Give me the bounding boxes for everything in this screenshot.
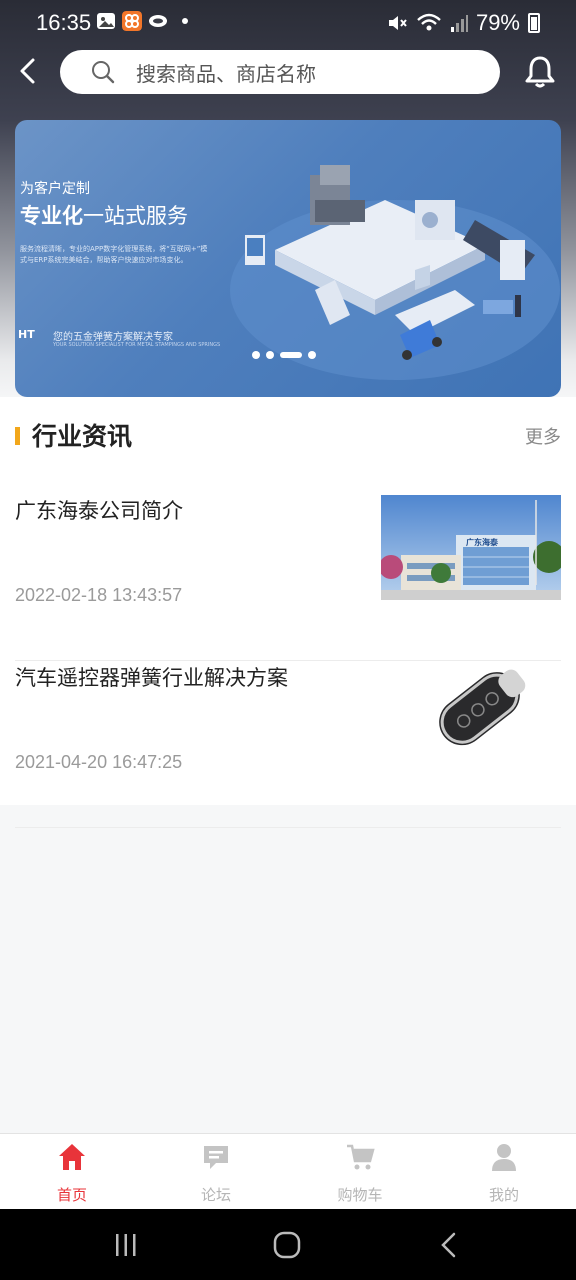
carousel-dot-active[interactable] [280,352,302,358]
gallery-icon [97,13,115,29]
recent-apps-icon[interactable] [112,1231,140,1259]
banner-headline: 专业化一站式服务 [20,200,188,230]
system-indicators: 79% [386,10,540,36]
banner-headline-bold: 专业化 [20,204,83,228]
back-arrow-icon[interactable] [14,56,44,86]
top-nav-bar: 搜索商品、商店名称 [0,46,576,102]
search-placeholder: 搜索商品、商店名称 [136,61,316,86]
home-button-icon[interactable] [272,1231,302,1259]
carousel-indicator [252,351,316,359]
news-date: 2022-02-18 13:43:57 [15,585,183,605]
banner-body: 服务流程清晰，专业的APP数字化管理系统，将“互联网+”模式与ERP系统完美结合… [20,245,208,264]
carousel-dot[interactable] [266,351,274,359]
banner-tagline: 为客户定制 [20,181,90,197]
news-title: 广东海泰公司简介 [15,499,183,523]
tab-cart[interactable]: 购物车 [288,1134,432,1210]
tab-label: 我的 [488,1186,519,1204]
tab-forum[interactable]: 论坛 [144,1134,288,1210]
system-navigation-bar [0,1209,576,1280]
company-building-thumbnail: 广东海泰 [381,495,561,600]
more-notifications-dot [182,18,188,24]
news-item[interactable]: 汽车遥控器弹簧行业解决方案 2021-04-20 16:47:25 [15,662,561,828]
signal-icon [450,15,468,32]
app-screen: 16:35 79% 搜索商品、商店名称 为客户定制 专业化一站式服务 服务流程清… [0,0,576,1280]
tab-label: 购物车 [337,1186,383,1204]
notification-icons [96,11,188,31]
news-title: 汽车遥控器弹簧行业解决方案 [15,666,288,690]
tab-home[interactable]: 首页 [0,1134,144,1210]
battery-icon [528,13,540,33]
carousel-dot[interactable] [252,351,260,359]
banner-headline-rest: 一站式服务 [83,204,188,228]
news-date: 2021-04-20 16:47:25 [15,752,183,772]
battery-percent: 79% [475,10,520,35]
section-title: 行业资讯 [32,422,133,451]
more-link[interactable]: 更多 [525,423,561,449]
news-item[interactable]: 广东海泰公司简介 2022-02-18 13:43:57 广东海泰 [15,495,561,661]
building-sign: 广东海泰 [466,537,499,547]
bottom-tab-bar: 首页 论坛 购物车 我的 [0,1133,576,1209]
forum-icon [204,1146,228,1169]
status-time: 16:35 [36,10,92,35]
system-back-icon[interactable] [436,1231,462,1259]
tab-label: 论坛 [200,1186,231,1204]
section-header: 行业资讯 更多 [0,397,576,469]
cloud-icon [149,15,167,27]
promo-banner[interactable]: 为客户定制 专业化一站式服务 服务流程清晰，专业的APP数字化管理系统，将“互联… [15,120,561,397]
home-icon [59,1144,85,1170]
cart-icon [347,1144,375,1170]
search-icon [92,61,115,84]
tab-profile[interactable]: 我的 [432,1134,576,1210]
banner-slogan-en: YOUR SOLUTION SPECIALIST FOR METAL STAMP… [53,342,221,348]
mute-icon [388,16,407,30]
carousel-dot[interactable] [308,351,316,359]
ht-logo: HT [18,328,35,341]
car-key-thumbnail [381,662,561,767]
tab-label: 首页 [56,1186,87,1204]
search-input[interactable]: 搜索商品、商店名称 [60,50,500,94]
bell-icon[interactable] [522,54,558,90]
industry-news-section: 行业资讯 更多 广东海泰公司简介 2022-02-18 13:43:57 广东海… [0,397,576,828]
banner-slogan: 您的五金弹簧方案解决专家 [53,332,173,343]
wifi-icon [417,13,441,31]
section-accent-bar [15,427,20,445]
status-bar: 16:35 79% [0,0,576,46]
app-notification-icon [122,11,142,31]
user-icon [492,1144,516,1171]
